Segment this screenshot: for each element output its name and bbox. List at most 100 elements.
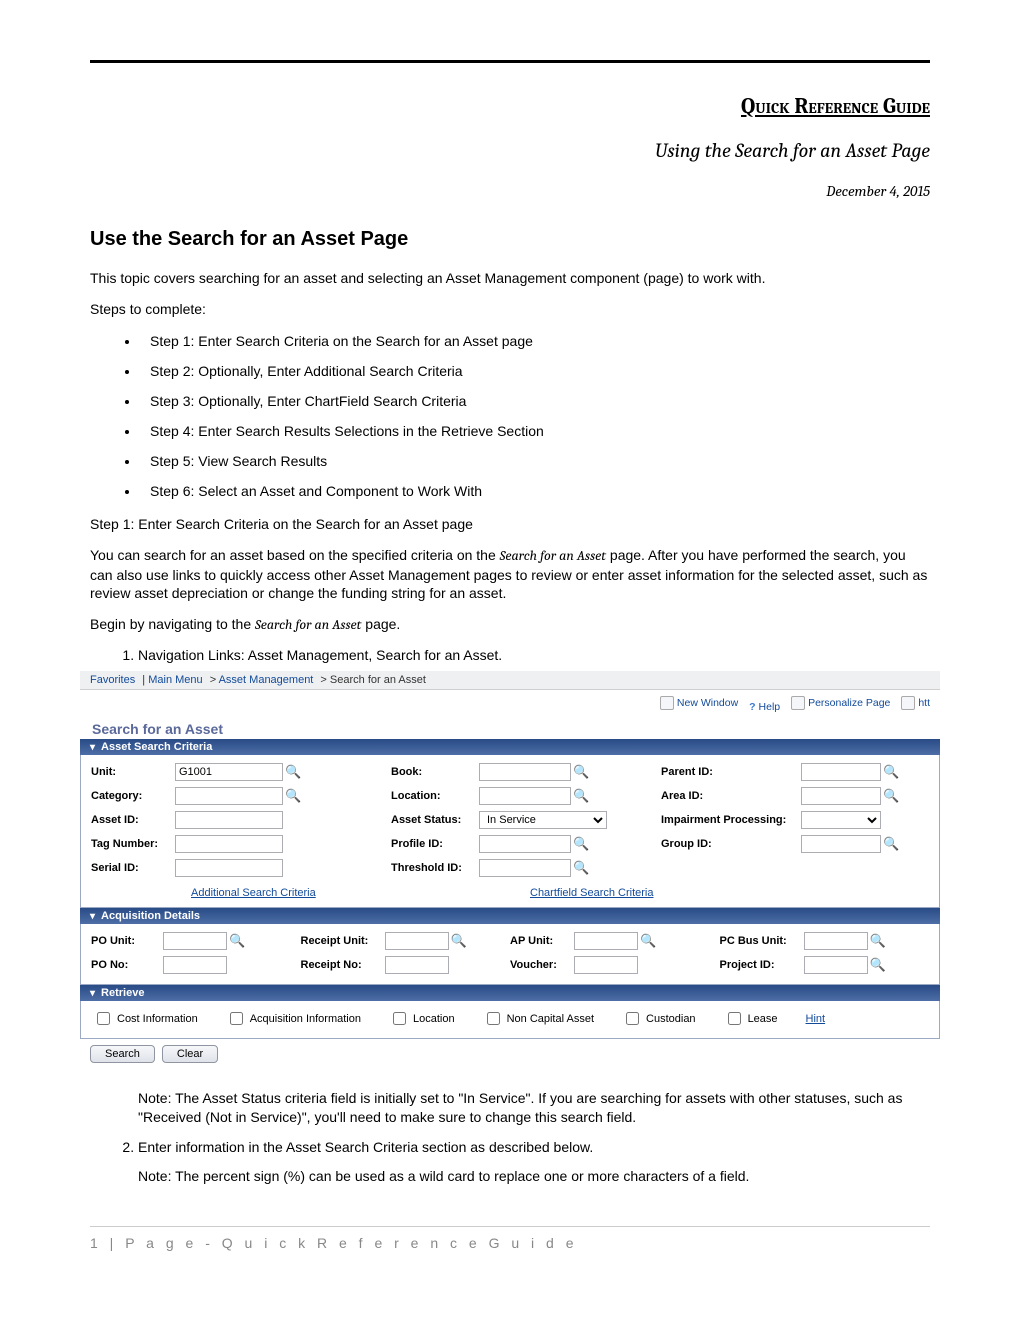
tag-input[interactable]: [175, 835, 283, 853]
list-item: Enter information in the Asset Search Cr…: [138, 1139, 930, 1155]
paragraph-1: You can search for an asset based on the…: [90, 546, 930, 604]
location-input[interactable]: [479, 787, 571, 805]
additional-search-link[interactable]: Additional Search Criteria: [191, 887, 316, 899]
tag-label: Tag Number:: [91, 838, 175, 850]
book-input[interactable]: [479, 763, 571, 781]
project-id-input[interactable]: [804, 956, 868, 974]
clear-button[interactable]: Clear: [162, 1045, 218, 1063]
crumb-favorites[interactable]: Favorites: [90, 674, 135, 686]
lookup-icon[interactable]: 🔍: [883, 836, 899, 852]
status-label: Asset Status:: [391, 814, 479, 826]
retrieve-panel: Cost Information Acquisition Information…: [80, 1001, 940, 1039]
personalize-link[interactable]: Personalize Page: [791, 696, 890, 710]
acquisition-details-bar[interactable]: ▾Acquisition Details: [80, 908, 940, 924]
po-unit-input[interactable]: [163, 932, 227, 950]
page-title: Search for an Asset: [80, 717, 940, 739]
lookup-icon[interactable]: 🔍: [573, 836, 589, 852]
search-button[interactable]: Search: [90, 1045, 155, 1063]
location-label: Location:: [391, 790, 479, 802]
lookup-icon[interactable]: 🔍: [883, 788, 899, 804]
step1-heading: Step 1: Enter Search Criteria on the Sea…: [90, 515, 930, 534]
group-input[interactable]: [801, 835, 881, 853]
profile-input[interactable]: [479, 835, 571, 853]
crumb-asset-management[interactable]: Asset Management: [219, 674, 314, 686]
list-item: Navigation Links: Asset Management, Sear…: [138, 647, 930, 663]
doc-header: Quick Reference Guide: [90, 93, 930, 119]
crumb-current: Search for an Asset: [330, 674, 426, 686]
lookup-icon[interactable]: 🔍: [883, 764, 899, 780]
chartfield-search-link[interactable]: Chartfield Search Criteria: [530, 887, 654, 899]
lookup-icon[interactable]: 🔍: [229, 933, 245, 949]
note-1: Note: The Asset Status criteria field is…: [138, 1089, 930, 1127]
area-label: Area ID:: [661, 790, 801, 802]
book-label: Book:: [391, 766, 479, 778]
project-id-label: Project ID:: [720, 959, 804, 971]
assetid-input[interactable]: [175, 811, 283, 829]
collapse-icon: ▾: [90, 742, 95, 753]
crumb-main-menu[interactable]: Main Menu: [148, 674, 202, 686]
breadcrumb: Favorites | Main Menu > Asset Management…: [80, 671, 940, 690]
section-heading: Use the Search for an Asset Page: [90, 228, 930, 251]
top-links: New Window ?Help Personalize Page htt: [80, 690, 940, 717]
lookup-icon[interactable]: 🔍: [640, 933, 656, 949]
po-no-label: PO No:: [91, 959, 163, 971]
collapse-icon: ▾: [90, 988, 95, 999]
help-link[interactable]: ?Help: [749, 701, 780, 713]
status-select[interactable]: In Service: [479, 811, 607, 829]
acquisition-information-check[interactable]: Acquisition Information: [226, 1009, 361, 1028]
steps-list: Step 1: Enter Search Criteria on the Sea…: [140, 333, 930, 499]
steps-label: Steps to complete:: [90, 300, 930, 319]
receipt-unit-input[interactable]: [385, 932, 449, 950]
category-label: Category:: [91, 790, 175, 802]
step-item: Step 4: Enter Search Results Selections …: [140, 423, 930, 439]
lease-check[interactable]: Lease: [724, 1009, 778, 1028]
custodian-check[interactable]: Custodian: [622, 1009, 696, 1028]
retrieve-bar[interactable]: ▾Retrieve: [80, 985, 940, 1001]
pc-bus-unit-input[interactable]: [804, 932, 868, 950]
lookup-icon[interactable]: 🔍: [285, 764, 301, 780]
step-item: Step 3: Optionally, Enter ChartField Sea…: [140, 393, 930, 409]
new-window-link[interactable]: New Window: [660, 696, 738, 710]
paragraph-2: Begin by navigating to the Search for an…: [90, 615, 930, 635]
receipt-no-input[interactable]: [385, 956, 449, 974]
area-input[interactable]: [801, 787, 881, 805]
step-item: Step 5: View Search Results: [140, 453, 930, 469]
http-link[interactable]: htt: [901, 696, 930, 710]
asset-search-criteria-bar[interactable]: ▾Asset Search Criteria: [80, 739, 940, 755]
ordered-list-1: Navigation Links: Asset Management, Sear…: [138, 647, 930, 663]
threshold-input[interactable]: [479, 859, 571, 877]
assetid-label: Asset ID:: [91, 814, 175, 826]
location-check[interactable]: Location: [389, 1009, 455, 1028]
lookup-icon[interactable]: 🔍: [573, 860, 589, 876]
hint-link[interactable]: Hint: [806, 1013, 826, 1025]
lookup-icon[interactable]: 🔍: [451, 933, 467, 949]
profile-label: Profile ID:: [391, 838, 479, 850]
doc-subtitle: Using the Search for an Asset Page: [90, 139, 930, 162]
lookup-icon[interactable]: 🔍: [870, 957, 886, 973]
page-footer: 1 | P a g e - Q u i c k R e f e r e n c …: [90, 1226, 930, 1251]
unit-label: Unit:: [91, 766, 175, 778]
impair-label: Impairment Processing:: [661, 814, 801, 826]
category-input[interactable]: [175, 787, 283, 805]
lookup-icon[interactable]: 🔍: [870, 933, 886, 949]
cost-information-check[interactable]: Cost Information: [93, 1009, 198, 1028]
unit-input[interactable]: [175, 763, 283, 781]
parent-input[interactable]: [801, 763, 881, 781]
voucher-input[interactable]: [574, 956, 638, 974]
note-2: Note: The percent sign (%) can be used a…: [138, 1167, 930, 1186]
lookup-icon[interactable]: 🔍: [573, 764, 589, 780]
impair-select[interactable]: [801, 811, 881, 829]
po-unit-label: PO Unit:: [91, 935, 163, 947]
serial-input[interactable]: [175, 859, 283, 877]
lookup-icon[interactable]: 🔍: [285, 788, 301, 804]
ordered-list-2: Enter information in the Asset Search Cr…: [138, 1139, 930, 1155]
collapse-icon: ▾: [90, 911, 95, 922]
ap-unit-input[interactable]: [574, 932, 638, 950]
lookup-icon[interactable]: 🔍: [573, 788, 589, 804]
non-capital-asset-check[interactable]: Non Capital Asset: [483, 1009, 594, 1028]
acquisition-details-panel: PO Unit:🔍 Receipt Unit:🔍 AP Unit:🔍 PC Bu…: [80, 924, 940, 985]
new-window-icon: [660, 696, 674, 710]
ap-unit-label: AP Unit:: [510, 935, 574, 947]
pc-bus-unit-label: PC Bus Unit:: [720, 935, 804, 947]
po-no-input[interactable]: [163, 956, 227, 974]
